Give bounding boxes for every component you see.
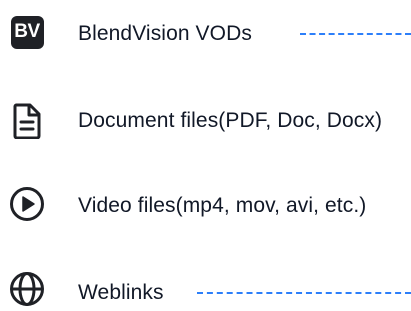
source-item-video-files: Video files(mp4, mov, avi, etc.) [0,186,411,226]
play-circle-icon [9,186,45,222]
blendvision-logo-icon: BV [9,14,45,50]
source-item-label: BlendVision VODs [78,22,252,45]
dashed-connector [197,292,411,294]
source-item-document-files: Document files(PDF, Doc, Docx) [0,103,411,143]
globe-icon [9,271,45,307]
bv-badge: BV [10,15,44,49]
source-item-label: Document files(PDF, Doc, Docx) [78,109,383,132]
source-item-label: Video files(mp4, mov, avi, etc.) [78,194,367,217]
document-icon [9,103,45,139]
dashed-connector [300,33,411,35]
source-item-weblinks: Weblinks [0,271,411,311]
source-item-label: Weblinks [78,281,164,304]
